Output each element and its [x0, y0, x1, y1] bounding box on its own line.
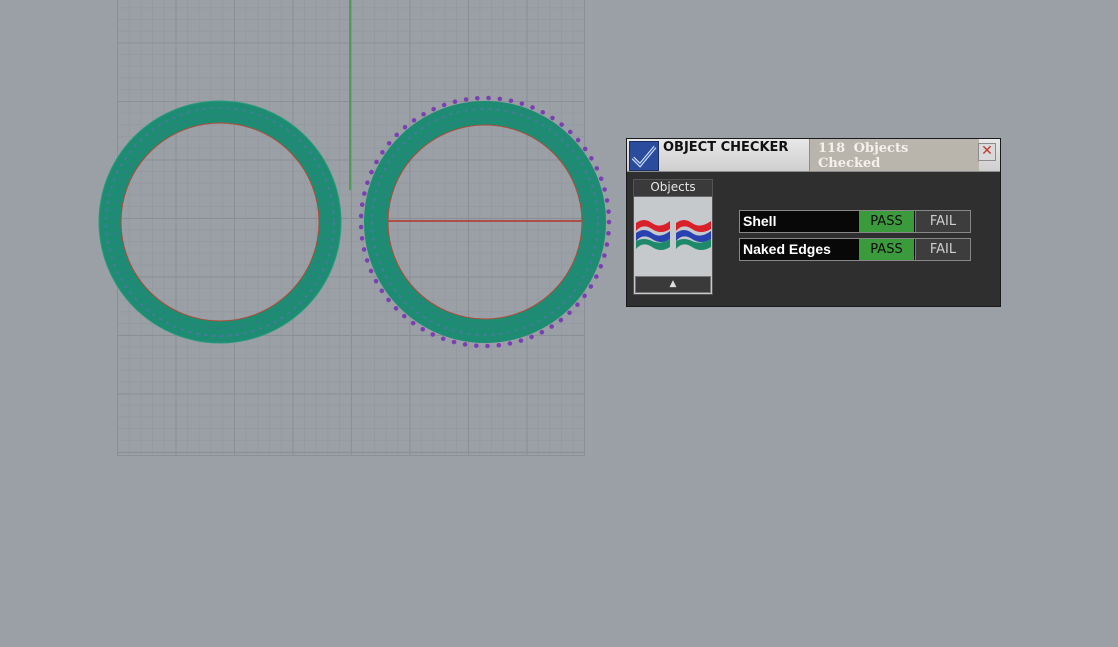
- naked-edges-pass-button[interactable]: PASS: [859, 239, 914, 260]
- panel-header[interactable]: OBJECT CHECKER 118 Objects Checked ✕: [627, 139, 1000, 172]
- viewport-scene: [98, 0, 612, 349]
- thumbnail-object-left: [636, 220, 670, 250]
- caret-up-icon[interactable]: ▲: [635, 276, 711, 293]
- thumbnail-object-right: [676, 220, 711, 250]
- check-label: Naked Edges: [743, 241, 831, 257]
- naked-edges-fail-button[interactable]: FAIL: [915, 239, 970, 260]
- shell-pass-button[interactable]: PASS: [859, 211, 914, 232]
- panel-title: OBJECT CHECKER: [663, 140, 789, 155]
- close-icon[interactable]: ✕: [978, 143, 996, 161]
- objects-preview: Objects ▲: [633, 179, 713, 295]
- shell-fail-button[interactable]: FAIL: [915, 211, 970, 232]
- check-row-naked-edges: Naked Edges PASS FAIL: [739, 238, 971, 261]
- objects-thumbnail[interactable]: [634, 197, 712, 275]
- check-row-shell: Shell PASS FAIL: [739, 210, 971, 233]
- check-label: Shell: [743, 213, 777, 229]
- checkmark-icon: [629, 141, 659, 171]
- object-checker-panel: OBJECT CHECKER 118 Objects Checked ✕ Obj…: [626, 138, 1001, 307]
- ring-object-right[interactable]: [358, 95, 612, 349]
- objects-label: Objects: [634, 180, 712, 197]
- control-points[interactable]: [358, 95, 612, 349]
- ring-object-left[interactable]: [98, 100, 342, 344]
- objects-checked-count: 118 Objects Checked: [809, 139, 979, 171]
